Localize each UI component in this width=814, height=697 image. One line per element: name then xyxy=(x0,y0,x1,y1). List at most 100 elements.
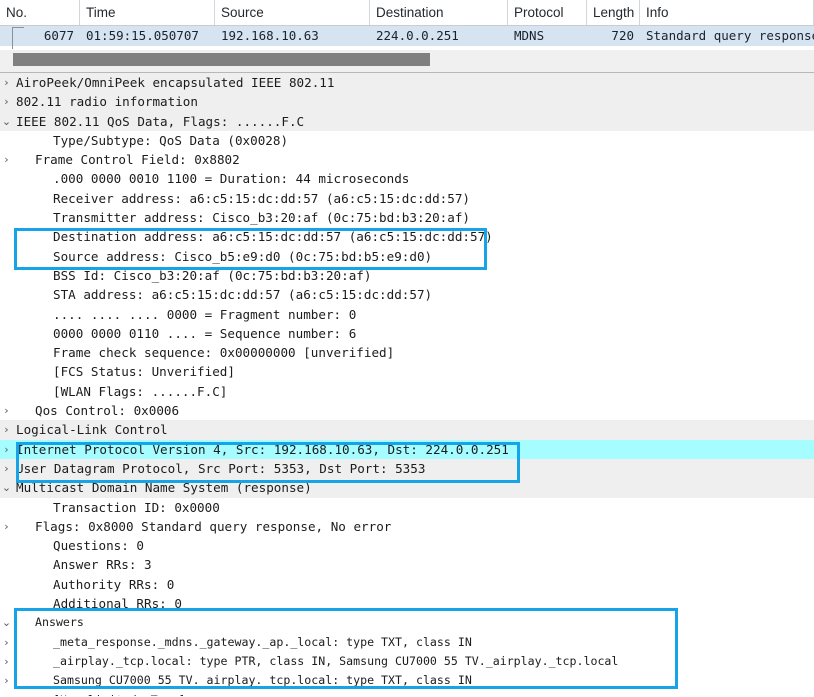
column-header-source[interactable]: Source xyxy=(215,0,370,25)
detail-tree-row[interactable]: Authority RRs: 0 xyxy=(0,575,814,594)
detail-tree-row-label: Answers xyxy=(35,615,84,630)
detail-tree-row-label: AiroPeek/OmniPeek encapsulated IEEE 802.… xyxy=(16,75,335,90)
detail-tree-row-label: Answer RRs: 3 xyxy=(53,557,152,573)
detail-tree-row[interactable]: BSS Id: Cisco_b3:20:af (0c:75:bd:b3:20:a… xyxy=(0,266,814,285)
chevron-down-icon[interactable]: ⌄ xyxy=(0,478,13,497)
column-header-time[interactable]: Time xyxy=(80,0,215,25)
detail-tree-row[interactable]: Type/Subtype: QoS Data (0x0028) xyxy=(0,131,814,150)
detail-tree-row[interactable]: ⌄ IEEE 802.11 QoS Data, Flags: ......F.C xyxy=(0,111,814,131)
column-header-info[interactable]: Info xyxy=(640,0,814,25)
column-header-no[interactable]: No. xyxy=(0,0,80,25)
detail-tree-row-label: STA address: a6:c5:15:dc:dd:57 (a6:c5:15… xyxy=(53,287,433,303)
detail-tree-row-label: Samsung CU7000 55 TV._airplay._tcp.local… xyxy=(53,673,472,688)
chevron-down-icon[interactable]: ⌄ xyxy=(0,613,13,632)
chevron-right-icon[interactable]: › xyxy=(0,517,13,536)
detail-tree-row-label: Additional RRs: 0 xyxy=(53,596,182,612)
chevron-right-icon[interactable]: › xyxy=(0,459,13,478)
detail-tree-row[interactable]: › Qos Control: 0x0006 xyxy=(0,401,814,420)
detail-tree-row-label: Flags: 0x8000 Standard query response, N… xyxy=(35,518,392,534)
detail-tree-row-label: 0000 0000 0110 .... = Sequence number: 6 xyxy=(53,325,357,341)
detail-tree-row[interactable]: STA address: a6:c5:15:dc:dd:57 (a6:c5:15… xyxy=(0,285,814,304)
detail-tree-row[interactable]: Receiver address: a6:c5:15:dc:dd:57 (a6:… xyxy=(0,189,814,208)
detail-tree-row-label: Source address: Cisco_b5:e9:d0 (0c:75:bd… xyxy=(53,248,433,264)
packet-cell-time: 01:59:15.050707 xyxy=(86,28,199,43)
packet-cell-protocol: MDNS xyxy=(514,28,545,43)
packet-cell-destination: 224.0.0.251 xyxy=(376,28,459,43)
chevron-right-icon[interactable]: › xyxy=(0,633,13,652)
chevron-right-icon[interactable]: › xyxy=(0,401,13,420)
packet-list-horizontal-scrollbar[interactable] xyxy=(0,49,814,69)
detail-tree-row-label: 802.11 radio information xyxy=(16,94,198,110)
detail-tree-row[interactable]: [Unsolicited: True] xyxy=(0,691,814,697)
column-header-destination[interactable]: Destination xyxy=(370,0,508,25)
detail-tree-row[interactable]: ⌄ Multicast Domain Name System (response) xyxy=(0,478,814,498)
chevron-right-icon[interactable]: › xyxy=(0,150,13,169)
detail-tree-row[interactable]: .... .... .... 0000 = Fragment number: 0 xyxy=(0,305,814,324)
detail-tree-row[interactable]: › _meta_response._mdns._gateway._ap._loca… xyxy=(0,633,814,652)
detail-tree-row-label: .... .... .... 0000 = Fragment number: 0 xyxy=(53,306,357,322)
detail-tree-row-label: _airplay._tcp.local: type PTR, class IN,… xyxy=(53,653,619,668)
detail-tree-row-label: Transmitter address: Cisco_b3:20:af (0c:… xyxy=(53,210,471,226)
detail-tree-row[interactable]: › Samsung CU7000 55 TV._airplay._tcp.loca… xyxy=(0,671,814,690)
detail-tree-row[interactable]: [FCS Status: Unverified] xyxy=(0,362,814,381)
detail-tree-row-label: Qos Control: 0x0006 xyxy=(35,403,180,419)
detail-tree-row-label: [Unsolicited: True] xyxy=(13,691,186,697)
detail-tree-row-label: BSS Id: Cisco_b3:20:af (0c:75:bd:b3:20:a… xyxy=(53,267,372,283)
packet-list-pane[interactable]: No. Time Source Destination Protocol Length In… xyxy=(0,0,814,49)
scrollbar-thumb[interactable] xyxy=(13,53,430,66)
detail-tree-row[interactable]: [WLAN Flags: ......F.C] xyxy=(0,382,814,401)
column-header-length[interactable]: Length xyxy=(587,0,640,25)
chevron-right-icon[interactable]: › xyxy=(0,652,13,671)
chevron-right-icon[interactable]: › xyxy=(0,92,13,111)
detail-tree-row-label: Multicast Domain Name System (response) xyxy=(16,480,312,496)
detail-tree-row-label: [FCS Status: Unverified] xyxy=(53,364,235,380)
detail-tree-row[interactable]: Destination address: a6:c5:15:dc:dd:57 (… xyxy=(0,227,814,246)
column-header-protocol[interactable]: Protocol xyxy=(508,0,587,25)
packet-cell-source: 192.168.10.63 xyxy=(221,28,319,43)
detail-tree-row[interactable]: Transmitter address: Cisco_b3:20:af (0c:… xyxy=(0,208,814,227)
detail-tree-row-label: Frame Control Field: 0x8802 xyxy=(35,152,240,168)
detail-tree-row-label: Destination address: a6:c5:15:dc:dd:57 (… xyxy=(53,229,493,245)
detail-tree-row[interactable]: › AiroPeek/OmniPeek encapsulated IEEE 802… xyxy=(0,73,814,93)
detail-tree-row-label: IEEE 802.11 QoS Data, Flags: ......F.C xyxy=(16,113,305,129)
chevron-right-icon[interactable]: › xyxy=(0,440,13,459)
detail-tree-row[interactable]: › _airplay._tcp.local: type PTR, class IN… xyxy=(0,652,814,671)
detail-tree-row[interactable]: Questions: 0 xyxy=(0,536,814,555)
detail-tree-row[interactable]: › Frame Control Field: 0x8802 xyxy=(0,150,814,169)
detail-tree-row-label: Transaction ID: 0x0000 xyxy=(53,499,220,515)
chevron-right-icon[interactable]: › xyxy=(0,420,13,439)
packet-cell-length: 720 xyxy=(611,28,634,43)
packet-cell-info: Standard query response xyxy=(646,28,814,43)
detail-tree-row-label: Internet Protocol Version 4, Src: 192.16… xyxy=(16,441,509,457)
detail-tree-row[interactable]: › Internet Protocol Version 4, Src: 192.1… xyxy=(0,439,814,459)
detail-tree-row[interactable]: Frame check sequence: 0x00000000 [unveri… xyxy=(0,343,814,362)
packet-detail-pane[interactable]: › AiroPeek/OmniPeek encapsulated IEEE 802… xyxy=(0,73,814,696)
detail-tree-row[interactable]: › User Datagram Protocol, Src Port: 5353,… xyxy=(0,458,814,479)
detail-tree-row-label: _meta_response._mdns._gateway._ap._local… xyxy=(53,634,472,649)
detail-tree-row-label: User Datagram Protocol, Src Port: 5353, … xyxy=(16,460,426,476)
detail-tree-row-label: .000 0000 0010 1100 = Duration: 44 micro… xyxy=(53,171,410,187)
packet-list-header[interactable]: No. Time Source Destination Protocol Length In… xyxy=(0,0,814,26)
detail-tree-row[interactable]: .000 0000 0010 1100 = Duration: 44 micro… xyxy=(0,169,814,188)
detail-tree-row[interactable]: Source address: Cisco_b5:e9:d0 (0c:75:bd… xyxy=(0,247,814,266)
chevron-down-icon[interactable]: ⌄ xyxy=(0,112,13,131)
chevron-right-icon[interactable]: › xyxy=(0,671,13,690)
detail-tree-row-label: [WLAN Flags: ......F.C] xyxy=(53,383,228,399)
detail-tree-row[interactable]: Transaction ID: 0x0000 xyxy=(0,498,814,517)
detail-tree-row[interactable]: › Logical-Link Control xyxy=(0,420,814,440)
packet-list-row-selected[interactable]: 6077 01:59:15.050707 192.168.10.63 224.0.0.… xyxy=(0,26,814,49)
detail-tree-row[interactable]: ⌄ Answers xyxy=(0,613,814,632)
detail-tree-row-label: Frame check sequence: 0x00000000 [unveri… xyxy=(53,345,395,361)
detail-tree-row-label: Logical-Link Control xyxy=(16,422,168,438)
detail-tree-row-label: Questions: 0 xyxy=(53,538,144,554)
detail-tree-row[interactable]: › Flags: 0x8000 Standard query response, … xyxy=(0,517,814,536)
packet-cell-no: 6077 xyxy=(43,28,74,43)
detail-tree-row-label: Authority RRs: 0 xyxy=(53,576,175,592)
detail-tree-row-label: Type/Subtype: QoS Data (0x0028) xyxy=(53,132,289,148)
detail-tree-row[interactable]: › 802.11 radio information xyxy=(0,92,814,112)
detail-tree-row[interactable]: Additional RRs: 0 xyxy=(0,594,814,613)
detail-tree-row[interactable]: 0000 0000 0110 .... = Sequence number: 6 xyxy=(0,324,814,343)
chevron-right-icon[interactable]: › xyxy=(0,73,13,92)
detail-tree-row-label: Receiver address: a6:c5:15:dc:dd:57 (a6:… xyxy=(53,190,471,206)
detail-tree-row[interactable]: Answer RRs: 3 xyxy=(0,555,814,574)
